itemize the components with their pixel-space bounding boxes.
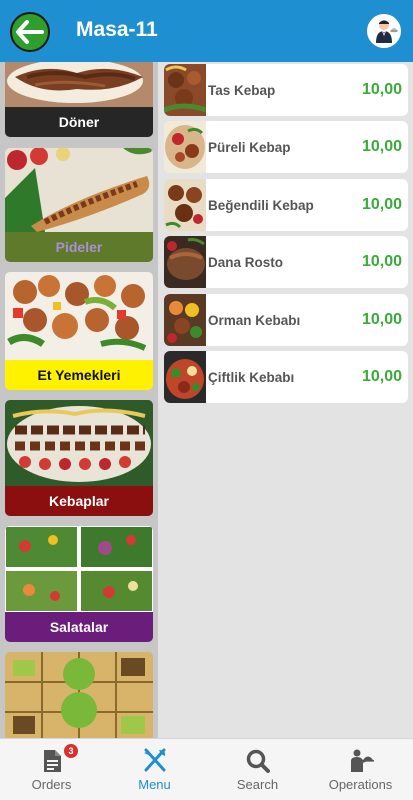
dish-photo (164, 64, 206, 116)
dish-item[interactable]: Orman Kebabı 10,00 (164, 294, 408, 346)
waiter-profile-button[interactable] (367, 14, 401, 48)
search-icon (246, 749, 270, 773)
app-header: Masa-11 (0, 0, 413, 62)
category-doner[interactable]: Döner (5, 62, 153, 137)
tab-operations[interactable]: Operations (309, 739, 412, 800)
category-label: Döner (5, 107, 153, 137)
dessert-photo (5, 652, 153, 738)
dish-name: Tas Kebap (208, 82, 276, 98)
category-salatalar[interactable]: Salatalar (5, 526, 153, 642)
dish-item[interactable]: Çiftlik Kebabı 10,00 (164, 351, 408, 403)
dish-photo (164, 179, 206, 231)
pide-photo (5, 148, 153, 232)
waiter-icon (350, 749, 374, 772)
category-pideler[interactable]: Pideler (5, 148, 153, 262)
back-button[interactable] (10, 12, 50, 52)
doner-photo (5, 62, 153, 107)
tab-label: Orders (31, 777, 72, 792)
dish-item[interactable]: Beğendili Kebap 10,00 (164, 179, 408, 231)
tab-search[interactable]: Search (206, 739, 309, 800)
orders-count-badge: 3 (64, 744, 78, 758)
tab-label: Menu (138, 777, 171, 792)
dish-price: 10,00 (361, 311, 402, 328)
tab-label: Search (236, 777, 279, 792)
dish-item[interactable]: Dana Rosto 10,00 (164, 236, 408, 288)
dish-item[interactable]: Püreli Kebap 10,00 (164, 121, 408, 173)
dish-photo (164, 236, 206, 288)
dish-name: Dana Rosto (208, 254, 284, 270)
dish-price: 10,00 (361, 368, 402, 385)
tab-label: Operations (328, 777, 393, 792)
category-label: Kebaplar (5, 486, 153, 516)
category-et-yemekleri[interactable]: Et Yemekleri (5, 272, 153, 390)
bottom-tab-bar: 3 Orders Menu Search Operations (0, 738, 413, 800)
dish-price: 10,00 (361, 253, 402, 270)
kebaplar-photo (5, 400, 153, 486)
dish-price: 10,00 (361, 196, 402, 213)
dish-price: 10,00 (361, 138, 402, 155)
arrow-left-icon (16, 20, 44, 44)
dish-item[interactable]: Tas Kebap 10,00 (164, 64, 408, 116)
document-icon (43, 750, 61, 772)
dish-photo (164, 351, 206, 403)
category-label: Pideler (5, 232, 153, 262)
dish-photo (164, 121, 206, 173)
fork-knife-icon (143, 748, 165, 772)
category-kebaplar[interactable]: Kebaplar (5, 400, 153, 516)
page-title: Masa-11 (76, 18, 158, 41)
tab-menu[interactable]: Menu (103, 739, 206, 800)
et-yemekleri-photo (5, 272, 153, 360)
category-label: Salatalar (5, 612, 153, 642)
waiter-avatar-icon (376, 20, 398, 43)
dish-name: Orman Kebabı (208, 312, 301, 328)
category-dessert[interactable] (5, 652, 153, 738)
dish-name: Beğendili Kebap (208, 197, 314, 213)
salatalar-photo (5, 526, 153, 612)
dish-photo (164, 294, 206, 346)
category-label: Et Yemekleri (5, 360, 153, 390)
dish-price: 10,00 (361, 81, 402, 98)
dish-name: Püreli Kebap (208, 139, 291, 155)
category-panel[interactable]: Döner Pideler Et Yemekleri Kebaplar Sala… (0, 62, 158, 738)
tab-orders[interactable]: 3 Orders (0, 739, 103, 800)
dish-name: Çiftlik Kebabı (208, 369, 295, 385)
